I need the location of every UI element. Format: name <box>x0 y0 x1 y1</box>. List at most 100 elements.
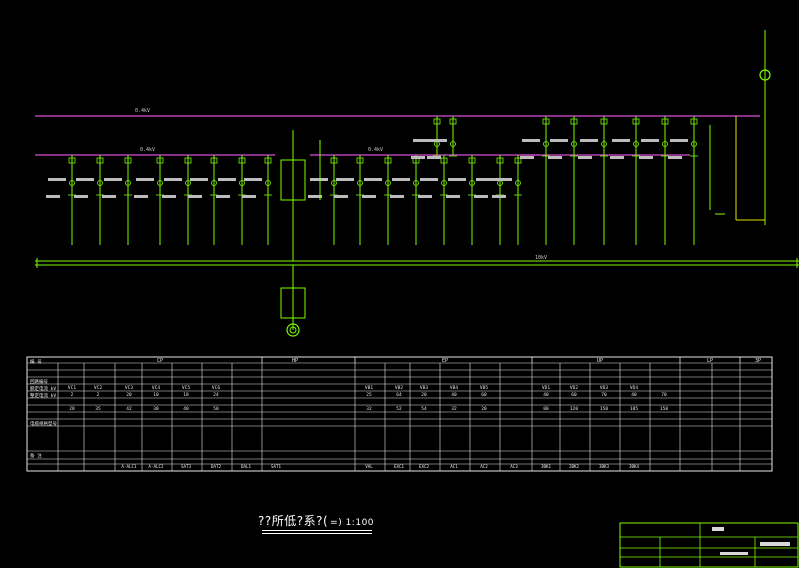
table-cell: 40 <box>183 406 189 412</box>
row-header: 电缆规格型号 <box>30 420 57 427</box>
feeder-label <box>216 195 230 198</box>
feeder-label <box>578 156 592 159</box>
feeder-left <box>134 155 164 245</box>
table-cell: 10 <box>153 392 159 398</box>
row-header: 备 注 <box>30 452 42 459</box>
feeder-center <box>390 155 420 245</box>
table-cell: VD3 <box>600 385 608 391</box>
table-cell: 120 <box>570 406 578 412</box>
table-cell: 2 <box>97 392 100 398</box>
feeder-label <box>188 195 202 198</box>
row-header: 编 号 <box>30 358 42 365</box>
feeder-label <box>390 195 404 198</box>
table-cell: 32 <box>451 406 457 412</box>
table-cell: 24 <box>213 392 219 398</box>
feeder-label <box>334 195 348 198</box>
feeder-label <box>448 178 466 181</box>
feeder-label <box>641 139 659 142</box>
feeder-label <box>190 178 208 181</box>
table-cell: 60 <box>481 392 487 398</box>
table-cell: VC6 <box>212 385 220 391</box>
table-cell: 35 <box>95 406 101 412</box>
bus-label: 0.4kV <box>135 108 150 114</box>
table-cell: 30 <box>153 406 159 412</box>
remark-cell: 3BK3 <box>599 464 610 469</box>
feeder-center <box>492 155 522 245</box>
feeder-label <box>476 178 494 181</box>
table-cell: 20 <box>126 392 132 398</box>
title-block <box>619 522 799 568</box>
table-cell: VB3 <box>420 385 428 391</box>
table-cell: 40 <box>543 392 549 398</box>
table-cell: 40 <box>631 392 637 398</box>
remark-cell: EXC1 <box>394 464 405 469</box>
feeder-layer <box>46 116 698 245</box>
remark-cell: DAT2 <box>211 464 222 469</box>
table-cell: VD4 <box>630 385 638 391</box>
feeder-label <box>522 139 540 142</box>
table-cell: 54 <box>421 406 427 412</box>
feeder-right <box>668 116 698 245</box>
feeder-center <box>418 155 448 245</box>
remark-cell: 2BK2 <box>569 464 580 469</box>
table-cell: VD2 <box>570 385 578 391</box>
feeder-left <box>102 155 132 245</box>
feeder-label <box>610 156 624 159</box>
table-cell: 80 <box>543 406 549 412</box>
feeder-label <box>310 178 328 181</box>
feeder-label <box>550 139 568 142</box>
table-cell: 20 <box>421 392 427 398</box>
feeder-label <box>136 178 154 181</box>
feeder-left <box>74 155 104 245</box>
remark-cell: AC1 <box>450 464 458 469</box>
remark-cell: EXC2 <box>419 464 430 469</box>
feeder-label <box>336 178 354 181</box>
feeder-label <box>46 195 60 198</box>
tie-bus <box>35 258 799 268</box>
feeder-label <box>418 195 432 198</box>
feeder-label <box>612 139 630 142</box>
table-cell: VB1 <box>365 385 373 391</box>
table-cell: 28 <box>69 406 75 412</box>
remark-cell: AC2 <box>480 464 488 469</box>
feeder-right <box>520 116 550 245</box>
feeder-label <box>668 156 682 159</box>
feeder-label <box>411 156 425 159</box>
feeder-label <box>446 195 460 198</box>
table-cell: 20 <box>481 406 487 412</box>
feeder-label <box>244 178 262 181</box>
table-cell: 185 <box>630 406 638 412</box>
feeder-right <box>548 116 578 245</box>
table-cell: 50 <box>213 406 219 412</box>
feeder-label <box>548 156 562 159</box>
remark-cell: A-ALC2 <box>148 464 164 469</box>
feeder-label <box>420 178 438 181</box>
table-cell: 42 <box>126 406 132 412</box>
feeder-left <box>46 155 76 245</box>
feeder-center <box>334 155 364 245</box>
feeder-label <box>364 178 382 181</box>
feeder-label <box>520 156 534 159</box>
feeder-label <box>48 178 66 181</box>
table-cell: VD1 <box>542 385 550 391</box>
group-header: CP <box>157 358 163 364</box>
bus-label: 0.4kV <box>140 147 155 153</box>
feeder-label <box>218 178 236 181</box>
table-cell: VC2 <box>94 385 102 391</box>
feeder-left <box>162 155 192 245</box>
table-cell: 25 <box>366 392 372 398</box>
remark-cell: 3BK1 <box>541 464 552 469</box>
bus-label: 10kV <box>535 255 547 261</box>
table-cell: VC3 <box>125 385 133 391</box>
feeder-label <box>474 195 488 198</box>
single-line-diagram: 0.4kV 0.4kV 0.4kV 10kV CP HP EP UP LP 3P 编 号回路编号额… <box>26 30 799 568</box>
feeder-label <box>104 178 122 181</box>
feeder-label <box>134 195 148 198</box>
feeder-label <box>362 195 376 198</box>
remark-cell: AC3 <box>510 464 518 469</box>
table-cell: VB4 <box>450 385 458 391</box>
table-cell: VB5 <box>480 385 488 391</box>
feeder-left <box>188 155 218 245</box>
group-header: EP <box>442 358 448 364</box>
table-cell: 2 <box>71 392 74 398</box>
